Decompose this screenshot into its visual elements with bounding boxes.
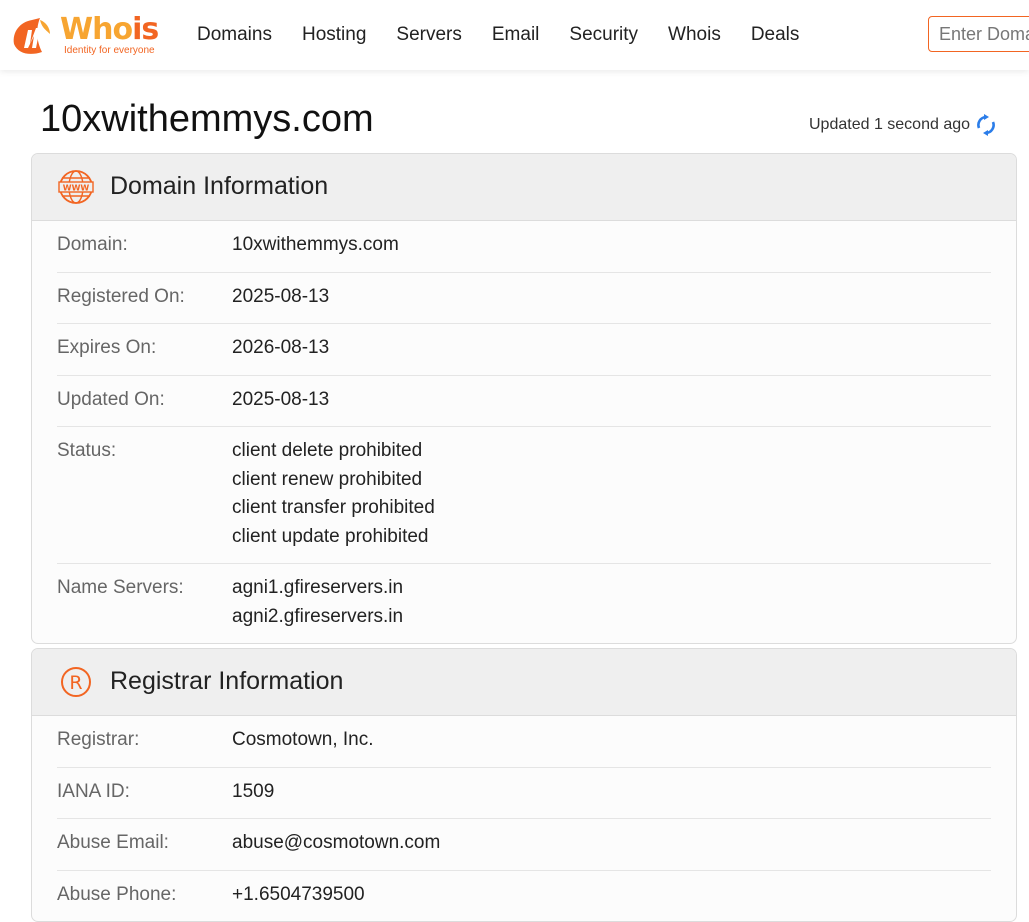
svg-text:WWW: WWW <box>63 184 90 193</box>
updated-text: Updated 1 second ago <box>809 116 971 133</box>
info-value-line: client update prohibited <box>232 525 429 547</box>
info-value-line: Cosmotown, Inc. <box>232 729 374 750</box>
info-row: Registrar: Cosmotown, Inc. <box>57 716 991 768</box>
info-label: Registrar: <box>57 729 140 750</box>
info-value-line: agni1.gfireservers.in <box>232 577 404 598</box>
info-label: Expires On: <box>57 337 157 358</box>
domain-search-input[interactable]: Enter Domain or IP <box>928 16 1029 52</box>
whois-logo[interactable]: Whois Identity for everyone <box>10 12 170 58</box>
info-row: Updated On: 2025-08-13 <box>57 376 991 427</box>
info-value-line: +1.6504739500 <box>232 883 365 905</box>
domain-information-rows: Domain: 10xwithemmys.com Registered On: 202… <box>32 221 1016 643</box>
info-value-line: 10xwithemmys.com <box>232 234 399 255</box>
info-value-line: client renew prohibited <box>232 468 423 490</box>
info-row: IANA ID: 1509 <box>57 768 991 819</box>
logo-mark-icon <box>13 18 50 54</box>
info-value-line: agni2.gfireservers.in <box>232 605 404 627</box>
svg-text:R: R <box>69 672 82 694</box>
info-row: Name Servers: agni1.gfireservers.in agni2.… <box>57 564 991 643</box>
www-icon: WWW <box>58 170 94 204</box>
nav-servers[interactable]: Servers <box>396 0 461 70</box>
info-value: 2025-08-13 <box>232 283 329 312</box>
info-value: 2026-08-13 <box>232 334 329 363</box>
nav-email[interactable]: Email <box>492 0 540 70</box>
info-value: client delete prohibited client renew pro… <box>232 437 435 551</box>
info-value-line: abuse@cosmotown.com <box>232 832 441 853</box>
nav-security[interactable]: Security <box>569 0 638 70</box>
nav-domains[interactable]: Domains <box>197 0 272 70</box>
page-title: 10xwithemmys.com <box>40 98 374 140</box>
registrar-information-card: R Registrar Information Registrar: Cosmot… <box>31 648 1017 922</box>
info-row: Expires On: 2026-08-13 <box>57 324 991 376</box>
nav-hosting[interactable]: Hosting <box>302 0 366 70</box>
domain-information-card: WWW Domain Information Domain: 10xwithemm… <box>31 153 1017 644</box>
info-row: Abuse Email: abuse@cosmotown.com <box>57 819 991 871</box>
registrar-information-heading: Registrar Information <box>110 667 344 695</box>
info-value: 1509 <box>232 778 274 807</box>
info-row: Registered On: 2025-08-13 <box>57 273 991 324</box>
info-row: Abuse Phone: +1.6504739500 <box>57 871 991 922</box>
domain-information-heading: Domain Information <box>110 172 329 200</box>
info-value-line: 1509 <box>232 780 275 802</box>
info-label: Registered On: <box>57 285 185 307</box>
info-value-line: client delete prohibited <box>232 440 423 461</box>
refresh-icon[interactable] <box>976 114 996 136</box>
registrar-information-header: R Registrar Information <box>32 649 1016 716</box>
info-value-line: 2025-08-13 <box>232 388 330 410</box>
info-value: Cosmotown, Inc. <box>232 726 374 755</box>
info-value: 10xwithemmys.com <box>232 231 399 260</box>
info-label: Abuse Email: <box>57 832 169 853</box>
info-value: agni1.gfireservers.in agni2.gfireservers.… <box>232 574 403 631</box>
registered-icon: R <box>61 667 91 697</box>
info-value-line: client transfer prohibited <box>232 497 435 518</box>
logo-tagline: Identity for everyone <box>64 45 155 56</box>
info-row: Domain: 10xwithemmys.com <box>57 221 991 273</box>
info-label: Updated On: <box>57 388 165 410</box>
info-label: IANA ID: <box>57 780 130 802</box>
logo-wordmark: Whois <box>60 12 159 47</box>
nav-whois[interactable]: Whois <box>668 0 721 70</box>
info-value: 2025-08-13 <box>232 386 329 415</box>
site-header: Whois Identity for everyone Domains Host… <box>0 0 1029 70</box>
domain-information-header: WWW Domain Information <box>32 154 1016 221</box>
info-value-line: 2026-08-13 <box>232 337 330 358</box>
info-label: Abuse Phone: <box>57 883 177 905</box>
info-value: +1.6504739500 <box>232 881 365 910</box>
updated-status: Updated 1 second ago <box>809 114 996 136</box>
nav-deals[interactable]: Deals <box>751 0 800 70</box>
info-value: abuse@cosmotown.com <box>232 829 440 858</box>
info-label: Domain: <box>57 234 128 255</box>
info-label: Name Servers: <box>57 577 184 598</box>
info-label: Status: <box>57 440 117 461</box>
info-value-line: 2025-08-13 <box>232 285 330 307</box>
main-nav: Domains Hosting Servers Email Security W… <box>197 0 829 70</box>
info-row: Status: client delete prohibited client re… <box>57 427 991 564</box>
registrar-information-rows: Registrar: Cosmotown, Inc. IANA ID: 1509 Abu… <box>32 716 1016 921</box>
